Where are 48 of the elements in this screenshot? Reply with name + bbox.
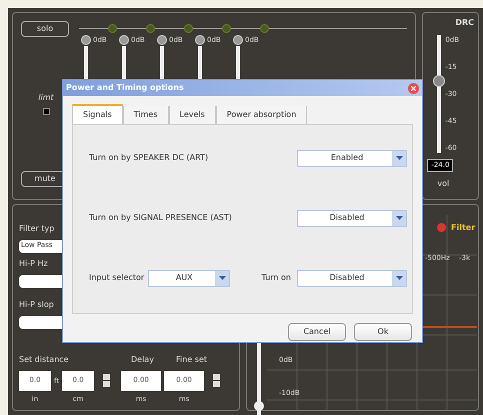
slider-knob[interactable] xyxy=(157,35,167,46)
field-label: Turn on xyxy=(262,272,291,284)
dropdown-select[interactable]: AUX xyxy=(148,270,230,286)
field-label: Turn on by SIGNAL PRESENCE (AST) xyxy=(89,212,232,224)
filter-indicator-icon xyxy=(437,222,446,232)
dialog-button[interactable]: Cancel xyxy=(288,323,346,341)
tab[interactable]: Signals xyxy=(72,104,123,124)
limit-indicator xyxy=(42,108,50,116)
solo-button[interactable]: solo xyxy=(21,21,69,37)
caret-icon xyxy=(396,276,402,280)
vol-label: vol xyxy=(437,178,450,190)
tab[interactable]: Times xyxy=(122,106,168,124)
tab[interactable]: Levels xyxy=(168,106,216,124)
dialog-button[interactable]: Ok xyxy=(354,323,412,341)
dropdown-select[interactable]: Disabled xyxy=(297,210,407,226)
close-button[interactable] xyxy=(408,82,419,94)
band-led xyxy=(108,24,117,32)
hip-slope-label: Hi-P slop xyxy=(19,298,54,310)
distance-label: Set distance xyxy=(19,354,70,366)
slider-knob[interactable] xyxy=(195,35,205,46)
tab[interactable]: Power absorption xyxy=(216,106,308,124)
slider-knob[interactable] xyxy=(119,35,129,46)
slider-thumb[interactable] xyxy=(254,400,264,410)
slider-knob[interactable] xyxy=(233,35,243,46)
close-icon xyxy=(411,86,416,90)
band-led xyxy=(184,24,193,32)
field-label: Input selector xyxy=(89,272,144,284)
slider-thumb[interactable] xyxy=(433,75,446,88)
dialog-title: Power and Timing options xyxy=(66,82,184,94)
band-led xyxy=(146,24,155,32)
caret-icon xyxy=(396,216,402,220)
fine-set-label: Fine set xyxy=(176,354,208,366)
filter-type-label: Filter typ xyxy=(19,222,54,234)
band-led xyxy=(222,24,231,32)
dropdown-select[interactable]: Disabled xyxy=(297,270,407,286)
field-label: Turn on by SPEAKER DC (ART) xyxy=(89,152,208,164)
caret-icon xyxy=(218,276,226,280)
dropdown-select[interactable]: Enabled xyxy=(297,150,407,166)
filter-label: Filter xyxy=(451,222,476,234)
spinner[interactable] xyxy=(103,374,110,386)
spinner[interactable] xyxy=(213,374,220,386)
caret-icon xyxy=(396,156,402,160)
band-led xyxy=(260,24,269,32)
hip-hz-label: Hi-P Hz xyxy=(19,258,48,270)
drc-title: DRC xyxy=(455,17,474,29)
slider-knob[interactable] xyxy=(81,35,91,46)
limit-label: limt xyxy=(38,92,54,104)
delay-label: Delay xyxy=(131,354,155,366)
